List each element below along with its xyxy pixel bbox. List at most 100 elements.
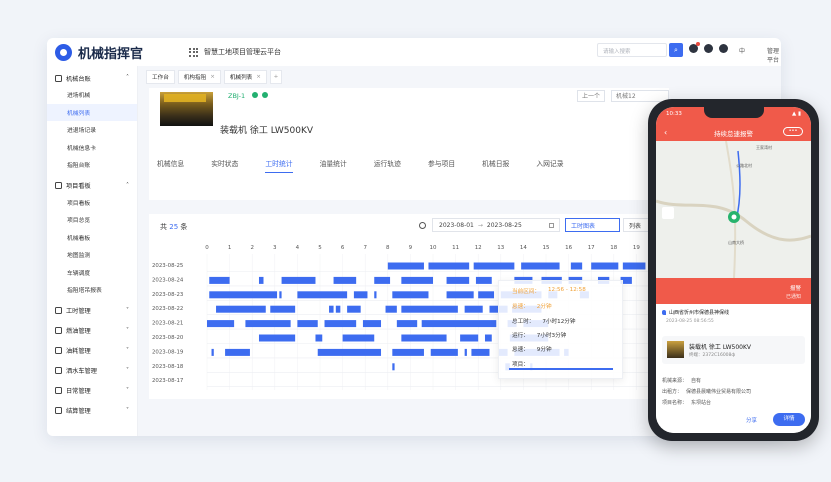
detail-tab[interactable]: 油量统计 [320, 158, 347, 172]
gantt-bar[interactable] [396, 320, 418, 328]
gantt-bar[interactable] [385, 305, 397, 313]
gantt-bar[interactable] [329, 305, 334, 313]
gantt-bar[interactable] [387, 262, 424, 270]
search-input[interactable]: 请输入搜索 [597, 43, 667, 57]
help-icon[interactable] [719, 44, 728, 53]
gantt-bar[interactable] [258, 276, 264, 284]
sidebar-item[interactable]: 指阻台账 [47, 156, 137, 174]
sidebar-item[interactable]: 指阻塔吊报表 [47, 281, 137, 299]
gantt-bar[interactable] [347, 305, 361, 313]
gantt-bar[interactable] [622, 262, 646, 270]
phone-map[interactable]: 王家湾村 山南大桥 公路北村 [656, 141, 811, 278]
detail-tab[interactable]: 入网记录 [536, 158, 563, 172]
more-menu-button[interactable]: ••• [783, 127, 803, 136]
vehicle-card[interactable]: 装载机 徐工 LW500KV 终端：2372C16008ф [662, 336, 805, 364]
sidebar-item[interactable]: 进场机械 [47, 86, 137, 104]
gantt-bar[interactable] [401, 276, 433, 284]
sidebar-item[interactable]: 车辆调度 [47, 264, 137, 282]
gantt-bar[interactable] [430, 348, 458, 356]
gantt-bar[interactable] [392, 363, 395, 371]
close-icon[interactable]: × [256, 74, 261, 80]
bell-icon[interactable] [689, 42, 700, 53]
gantt-view-button[interactable]: 工时图表 [565, 218, 620, 232]
sidebar-group[interactable]: 机械台账 ˄ [47, 70, 137, 86]
gantt-bar[interactable] [297, 291, 348, 299]
date-range-picker[interactable]: 2023-08-01 → 2023-08-25 [432, 218, 560, 232]
gantt-bar[interactable] [258, 334, 296, 342]
gantt-bar[interactable] [225, 348, 250, 356]
page-tab-machine-list[interactable]: 机械列表 × [223, 70, 267, 84]
gantt-bar[interactable] [317, 348, 382, 356]
gantt-bar[interactable] [464, 305, 483, 313]
cloud-icon[interactable] [704, 44, 713, 53]
gantt-bar[interactable] [362, 320, 382, 328]
sidebar-item[interactable]: 机械看板 [47, 229, 137, 247]
gantt-bar[interactable] [464, 348, 467, 356]
gantt-bar[interactable] [209, 291, 278, 299]
sidebar-item[interactable]: 机械信息卡 [47, 139, 137, 157]
sidebar-item[interactable]: 项目总览 [47, 211, 137, 229]
sidebar-item[interactable]: 进退场记录 [47, 121, 137, 139]
gantt-bar[interactable] [209, 276, 230, 284]
sidebar-item[interactable]: 项目看板 [47, 194, 137, 212]
sidebar-group[interactable]: 项目看板 ˄ [47, 178, 137, 194]
gantt-bar[interactable] [324, 320, 357, 328]
sidebar-group[interactable]: 洒水车管理 ˅ [47, 363, 137, 379]
gantt-bar[interactable] [591, 262, 619, 270]
detail-tab[interactable]: 实时状态 [211, 158, 238, 172]
page-tab-workbench[interactable]: 工作台 [146, 70, 175, 84]
gantt-bar[interactable] [297, 320, 318, 328]
gantt-bar[interactable] [446, 276, 470, 284]
gantt-bar[interactable] [521, 262, 560, 270]
device-select[interactable]: 机械12 [611, 90, 669, 102]
sidebar-group[interactable]: 油耗管理 ˅ [47, 343, 137, 359]
detail-tab[interactable]: 机械信息 [157, 158, 184, 172]
gantt-bar[interactable] [211, 348, 214, 356]
gantt-bar[interactable] [570, 262, 583, 270]
sidebar-group[interactable]: 日常管理 ˅ [47, 383, 137, 399]
detail-tab[interactable]: 参与项目 [428, 158, 455, 172]
gantt-bar[interactable] [428, 262, 470, 270]
gantt-bar[interactable] [374, 276, 391, 284]
gantt-bar[interactable] [281, 276, 316, 284]
sidebar-item[interactable]: 地图监测 [47, 246, 137, 264]
gantt-bar[interactable] [353, 291, 368, 299]
sidebar-item[interactable]: 机械列表 [47, 103, 137, 121]
gantt-bar[interactable] [333, 276, 357, 284]
gantt-bar[interactable] [270, 305, 296, 313]
close-icon[interactable]: × [210, 74, 215, 80]
gantt-bar[interactable] [392, 291, 429, 299]
gantt-bar[interactable] [401, 334, 447, 342]
gantt-bar[interactable] [392, 348, 424, 356]
language-select[interactable]: 中 [739, 46, 745, 55]
search-button[interactable]: ⌕ [669, 43, 683, 57]
gantt-bar[interactable] [401, 305, 458, 313]
detail-tab[interactable]: 运行轨迹 [374, 158, 401, 172]
gantt-bar[interactable] [342, 334, 375, 342]
gantt-bar[interactable] [484, 334, 492, 342]
apps-grid-icon[interactable] [189, 47, 198, 57]
share-button[interactable]: 分享 [746, 416, 757, 424]
gantt-bar[interactable] [279, 291, 282, 299]
gantt-bar[interactable] [374, 291, 377, 299]
gantt-bar[interactable] [216, 305, 266, 313]
page-tab-dispatch[interactable]: 机构指阻 × [177, 70, 221, 84]
gantt-bar[interactable] [473, 262, 515, 270]
detail-button[interactable]: 详情 [773, 413, 805, 426]
manage-platform-link[interactable]: 管理平台 [767, 46, 781, 64]
gantt-bar[interactable] [478, 291, 495, 299]
gantt-bar[interactable] [245, 320, 291, 328]
add-tab-button[interactable]: + [269, 70, 282, 84]
prev-device-button[interactable]: 上一个 [577, 90, 605, 102]
sidebar-group[interactable]: 工时管理 ˅ [47, 303, 137, 319]
gantt-bar[interactable] [446, 291, 474, 299]
sidebar-group[interactable]: 结算管理 ˅ [47, 403, 137, 419]
question-icon[interactable] [419, 222, 426, 229]
gantt-bar[interactable] [471, 348, 490, 356]
gantt-bar[interactable] [460, 334, 479, 342]
gantt-bar[interactable] [207, 320, 235, 328]
detail-tab[interactable]: 工时统计 [265, 158, 293, 173]
gantt-bar[interactable] [475, 276, 492, 284]
gantt-bar[interactable] [335, 305, 341, 313]
gantt-bar[interactable] [421, 320, 497, 328]
